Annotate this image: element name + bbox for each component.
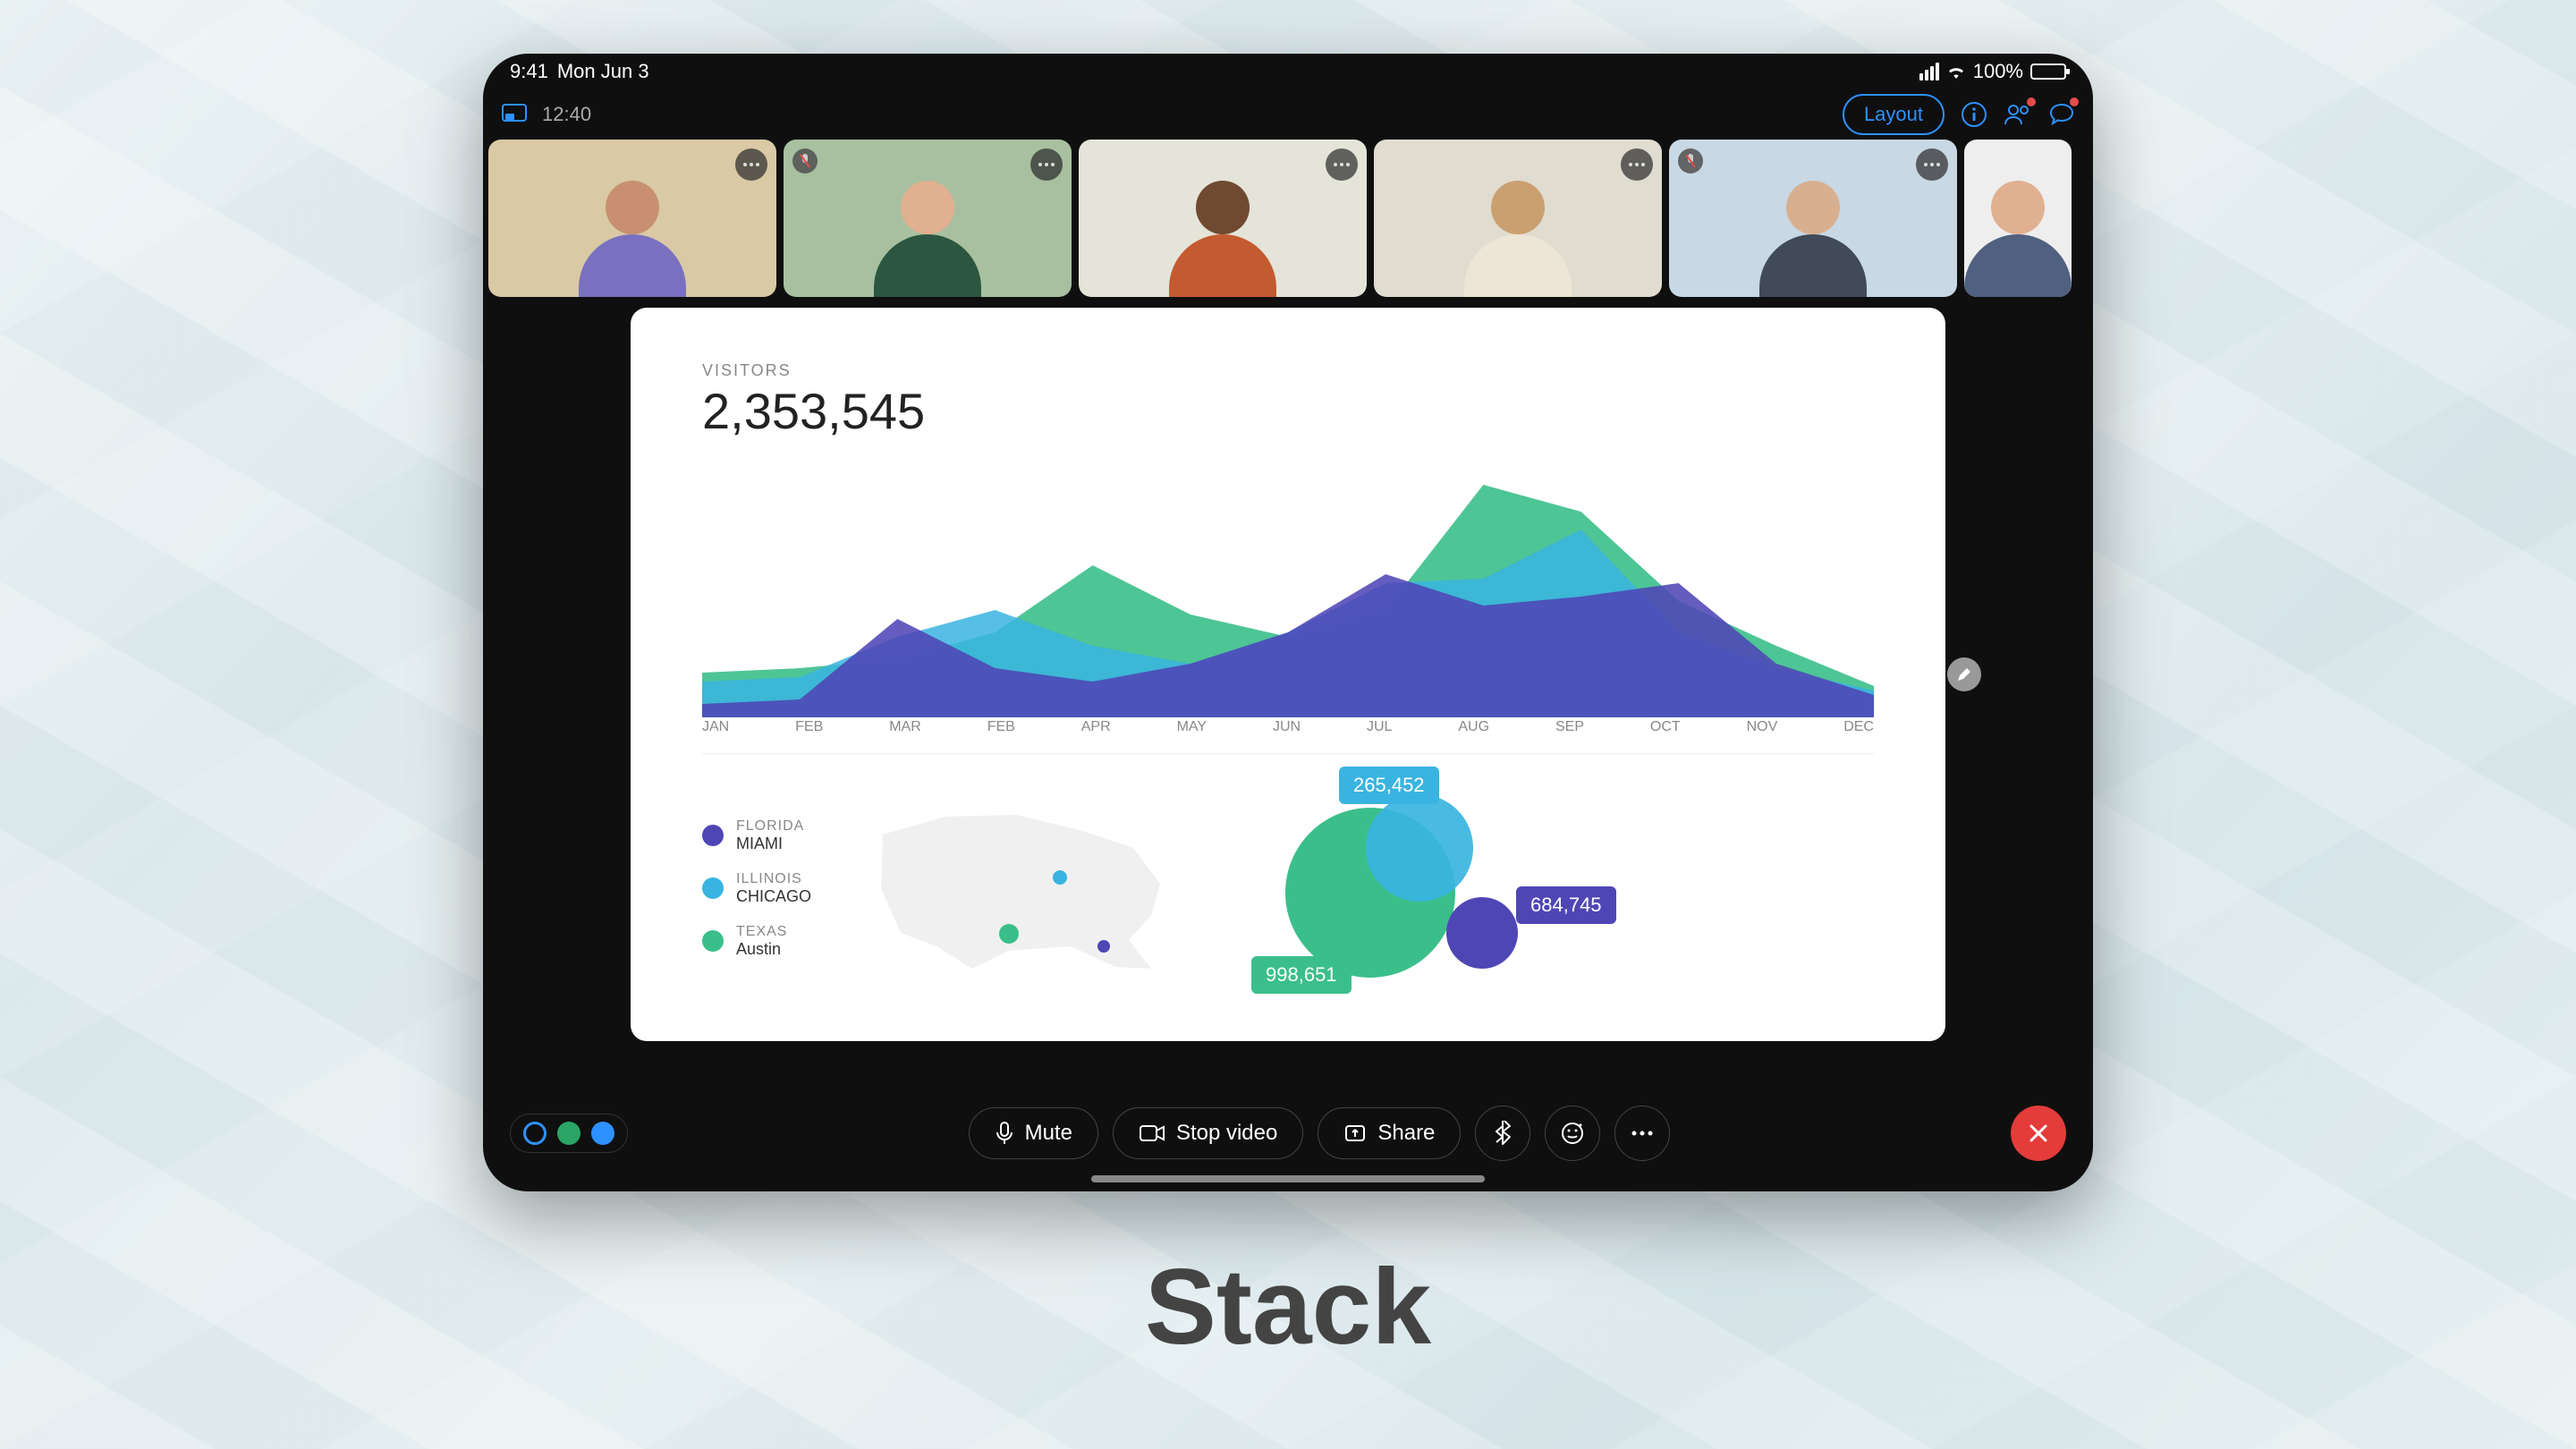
end-call-button[interactable] [2011,1106,2066,1161]
visitors-area-chart [702,449,1874,717]
status-date: Mon Jun 3 [557,60,649,83]
chart-legend: FLORIDAMIAMI ILLINOISCHICAGO TEXASAustin [702,818,811,959]
participant-tile[interactable] [1669,140,1957,297]
tile-more-button[interactable] [1030,148,1063,181]
bluetooth-icon [1493,1121,1513,1146]
status-time: 9:41 [510,60,548,83]
battery-percent: 100% [1973,60,2023,83]
legend-item: ILLINOISCHICAGO [702,871,811,906]
participant-tile[interactable] [488,140,776,297]
participant-tile[interactable] [1374,140,1662,297]
battery-icon [2030,64,2066,80]
us-map [865,790,1187,987]
annotate-button[interactable] [1947,657,1981,691]
layout-button[interactable]: Layout [1843,94,1945,135]
app-header: 12:40 Layout [483,89,2093,140]
participant-tile[interactable] [784,140,1072,297]
ipad-frame: 9:41 Mon Jun 3 100% 12:40 Layout [483,54,2093,1191]
microphone-icon [995,1121,1014,1146]
mute-indicator-icon [1678,148,1703,174]
city-bubble-chart: 265,452 998,651 684,745 [1241,772,1616,1004]
participant-tile[interactable] [1964,140,2072,297]
home-indicator[interactable] [1091,1175,1485,1182]
tile-more-button[interactable] [1326,148,1358,181]
bubble-chicago [1366,794,1473,902]
audio-output-button[interactable] [1475,1106,1530,1161]
shared-content-area: VISITORS 2,353,545 JANFEBMARFEBAPRMAYJUN… [483,297,2093,1093]
reactions-button[interactable] [1545,1106,1600,1161]
info-icon[interactable] [1961,101,1987,128]
share-icon [1343,1123,1367,1143]
status-bar: 9:41 Mon Jun 3 100% [483,54,2093,89]
chat-icon[interactable] [2048,101,2075,128]
visitors-value: 2,353,545 [702,382,1874,440]
meeting-timer: 12:40 [542,103,591,126]
camera-icon [1139,1123,1165,1143]
label-miami: 684,745 [1516,886,1616,924]
cellular-icon [1919,63,1939,80]
mute-button[interactable]: Mute [969,1107,1098,1159]
mute-indicator-icon [792,148,818,174]
label-chicago: 265,452 [1339,767,1439,804]
more-options-button[interactable] [1614,1106,1670,1161]
participant-tile[interactable] [1079,140,1367,297]
participants-icon[interactable] [2004,101,2032,128]
legend-item: FLORIDAMIAMI [702,818,811,853]
chart-x-axis: JANFEBMARFEBAPRMAYJUNJULAUGSEPOCTNOVDEC [702,719,1874,735]
smile-icon [1560,1121,1585,1146]
bubble-miami [1446,897,1518,969]
label-austin: 998,651 [1251,956,1352,994]
slide-caption: Stack [1145,1245,1431,1368]
legend-item: TEXASAustin [702,924,811,959]
self-view-cluster[interactable] [510,1114,628,1153]
wifi-icon [1946,64,1966,79]
share-button[interactable]: Share [1318,1107,1461,1159]
visitors-label: VISITORS [702,361,1874,380]
participant-filmstrip[interactable] [483,140,2093,297]
tile-more-button[interactable] [1621,148,1653,181]
minimize-icon[interactable] [501,103,528,126]
ellipsis-icon [1631,1131,1653,1136]
tile-more-button[interactable] [735,148,767,181]
stop-video-button[interactable]: Stop video [1113,1107,1303,1159]
close-icon [2027,1122,2050,1145]
tile-more-button[interactable] [1916,148,1948,181]
shared-slide: VISITORS 2,353,545 JANFEBMARFEBAPRMAYJUN… [631,308,1945,1041]
